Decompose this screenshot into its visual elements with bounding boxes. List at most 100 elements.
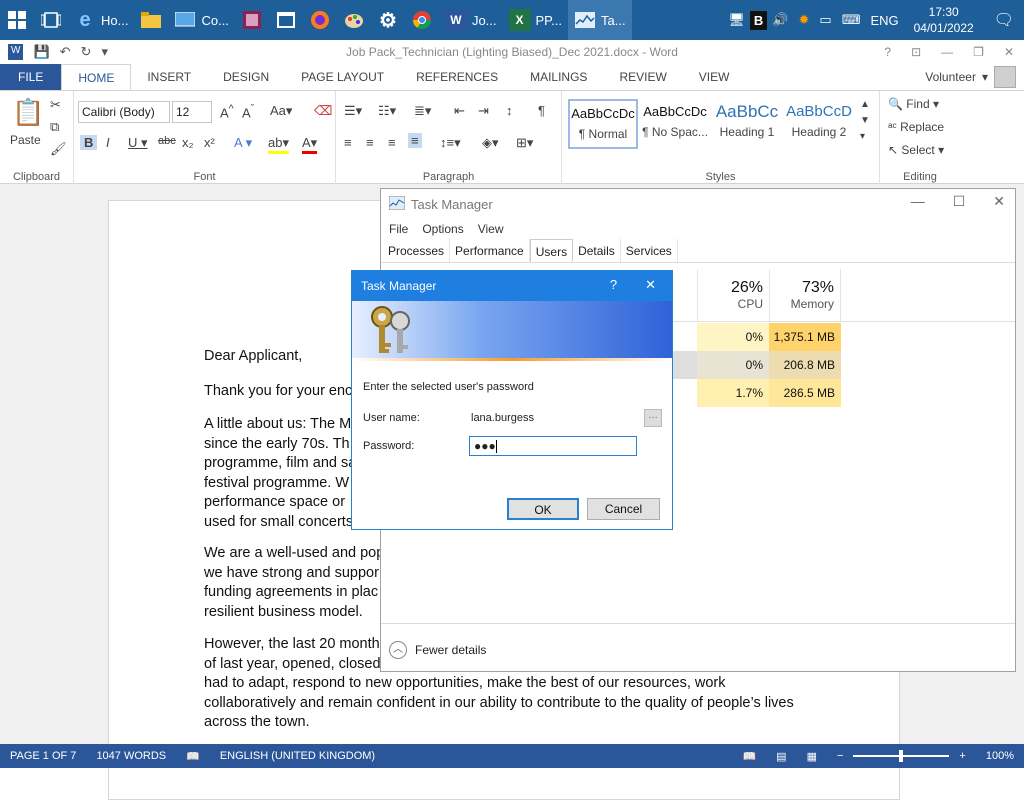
paste-icon[interactable]: 📋 <box>12 97 44 128</box>
minimize-icon[interactable]: — <box>941 45 953 59</box>
superscript-icon[interactable]: x² <box>204 135 215 150</box>
grow-font-icon[interactable]: A^ <box>220 103 234 120</box>
tab-users[interactable]: Users <box>529 239 574 262</box>
read-mode-icon[interactable]: 📖 <box>732 750 766 763</box>
taskbar-item-window[interactable] <box>269 0 303 40</box>
account[interactable]: Volunteer ▾ <box>925 66 1016 88</box>
taskbar-item-ie[interactable]: e Ho... <box>68 0 134 40</box>
bullets-icon[interactable]: ☰▾ <box>344 103 362 119</box>
tab-mailings[interactable]: MAILINGS <box>514 64 603 90</box>
close-icon[interactable]: ✕ <box>645 277 656 293</box>
tab-design[interactable]: DESIGN <box>207 64 285 90</box>
zoom-level[interactable]: 100% <box>976 750 1024 762</box>
maximize-icon[interactable]: ☐ <box>953 193 966 210</box>
copy-icon[interactable]: ⧉ <box>50 119 59 135</box>
customize-qat-icon[interactable]: ▾ <box>101 44 108 60</box>
replace-button[interactable]: ᵃᶜ Replace <box>888 120 944 134</box>
fewer-details-button[interactable]: ︿ Fewer details <box>389 641 486 659</box>
align-left-icon[interactable]: ≡ <box>344 135 352 150</box>
word-count[interactable]: 1047 WORDS <box>86 750 176 762</box>
task-view-button[interactable] <box>34 0 68 40</box>
tab-services[interactable]: Services <box>621 239 678 262</box>
italic-icon[interactable]: I <box>106 135 110 150</box>
tab-file[interactable]: FILE <box>0 64 62 90</box>
tab-references[interactable]: REFERENCES <box>400 64 514 90</box>
language-status[interactable]: ENGLISH (UNITED KINGDOM) <box>210 750 385 762</box>
word-app-icon[interactable]: W <box>8 44 24 60</box>
shading-icon[interactable]: ◈▾ <box>482 135 499 151</box>
tab-performance[interactable]: Performance <box>450 239 530 262</box>
username-browse-button[interactable]: … <box>644 409 662 427</box>
decrease-indent-icon[interactable]: ⇤ <box>454 103 465 119</box>
taskbar-item-chrome[interactable] <box>405 0 439 40</box>
style-heading-2[interactable]: AaBbCcD Heading 2 <box>784 99 854 149</box>
network-icon[interactable]: 🖥 <box>723 12 750 28</box>
bold-icon[interactable]: B <box>80 135 98 150</box>
ok-button[interactable]: OK <box>507 498 579 520</box>
help-icon[interactable]: ? <box>884 45 891 59</box>
multilevel-list-icon[interactable]: ≣▾ <box>414 103 431 119</box>
borders-icon[interactable]: ⊞▾ <box>516 135 533 151</box>
proofing-icon[interactable]: 📖 <box>176 750 210 763</box>
keyboard-icon[interactable]: ⌨ <box>837 12 866 28</box>
cpu-column-header[interactable]: 26% CPU <box>697 269 769 321</box>
taskbar-item-remote[interactable]: Co... <box>168 0 234 40</box>
font-color-icon[interactable]: A▾ <box>302 135 318 154</box>
menu-file[interactable]: File <box>389 219 408 239</box>
tab-home[interactable]: HOME <box>61 64 132 90</box>
style-no-spacing[interactable]: AaBbCcDc ¶ No Spac... <box>640 99 710 149</box>
select-button[interactable]: ↖ Select ▾ <box>888 143 944 157</box>
web-layout-icon[interactable]: ▦ <box>797 750 827 763</box>
taskbar-item-excel[interactable]: X PP... <box>503 0 569 40</box>
memory-column-header[interactable]: 73% Memory <box>769 269 841 321</box>
menu-view[interactable]: View <box>478 219 504 239</box>
format-painter-icon[interactable]: 🖌 <box>50 141 67 157</box>
font-size-select[interactable]: 12 <box>172 101 212 123</box>
monitor-tray-icon[interactable]: ▭ <box>814 12 836 28</box>
taskbar-item-paint[interactable] <box>337 0 371 40</box>
styles-scroll-icon[interactable]: ▲ ▼ ▾ <box>860 97 870 145</box>
clock[interactable]: 17:30 04/01/2022 <box>904 4 984 36</box>
align-right-icon[interactable]: ≡ <box>388 135 396 150</box>
undo-icon[interactable]: ↶ <box>60 44 71 60</box>
taskbar-item-explorer[interactable] <box>134 0 168 40</box>
b-tray-icon[interactable]: B <box>749 10 768 30</box>
help-button[interactable]: ? <box>610 277 617 293</box>
zoom-out-icon[interactable]: − <box>827 750 853 762</box>
tab-details[interactable]: Details <box>573 239 621 262</box>
tab-page-layout[interactable]: PAGE LAYOUT <box>285 64 400 90</box>
change-case-icon[interactable]: Aa▾ <box>270 103 292 119</box>
page-count[interactable]: PAGE 1 OF 7 <box>0 750 86 762</box>
cut-icon[interactable]: ✂ <box>50 97 61 113</box>
increase-indent-icon[interactable]: ⇥ <box>478 103 489 119</box>
taskbar-item-winrar[interactable] <box>235 0 269 40</box>
subscript-icon[interactable]: x₂ <box>182 135 194 150</box>
align-center-icon[interactable]: ≡ <box>366 135 374 150</box>
cancel-button[interactable]: Cancel <box>587 498 660 520</box>
tab-processes[interactable]: Processes <box>383 239 451 262</box>
paste-button[interactable]: Paste <box>10 133 41 147</box>
zoom-slider-thumb[interactable] <box>899 750 904 762</box>
redo-icon[interactable]: ↻ <box>81 44 92 60</box>
tab-view[interactable]: VIEW <box>683 64 746 90</box>
taskbar-item-word[interactable]: W Jo... <box>439 0 503 40</box>
underline-icon[interactable]: U ▾ <box>128 135 148 151</box>
close-icon[interactable]: ✕ <box>993 193 1005 210</box>
zoom-in-icon[interactable]: + <box>949 750 975 762</box>
password-input[interactable]: ●●● <box>469 436 637 456</box>
print-layout-icon[interactable]: ▤ <box>766 750 796 763</box>
taskbar-item-task-manager[interactable]: Ta... <box>568 0 632 40</box>
minimize-icon[interactable]: — <box>911 193 925 210</box>
shrink-font-icon[interactable]: Aˇ <box>242 103 254 120</box>
language-indicator[interactable]: ENG <box>865 13 903 28</box>
style-normal[interactable]: AaBbCcDc ¶ Normal <box>568 99 638 149</box>
start-button[interactable] <box>0 0 34 40</box>
pilcrow-icon[interactable]: ¶ <box>538 103 545 118</box>
taskbar-item-settings[interactable]: ⚙ <box>371 0 405 40</box>
restore-icon[interactable]: ❐ <box>973 45 984 59</box>
clear-formatting-icon[interactable]: ⌫ <box>314 103 332 119</box>
numbering-icon[interactable]: ☷▾ <box>378 103 396 119</box>
find-button[interactable]: 🔍 Find ▾ <box>888 97 939 111</box>
highlight-icon[interactable]: ab▾ <box>268 135 289 154</box>
style-heading-1[interactable]: AaBbCc Heading 1 <box>712 99 782 149</box>
